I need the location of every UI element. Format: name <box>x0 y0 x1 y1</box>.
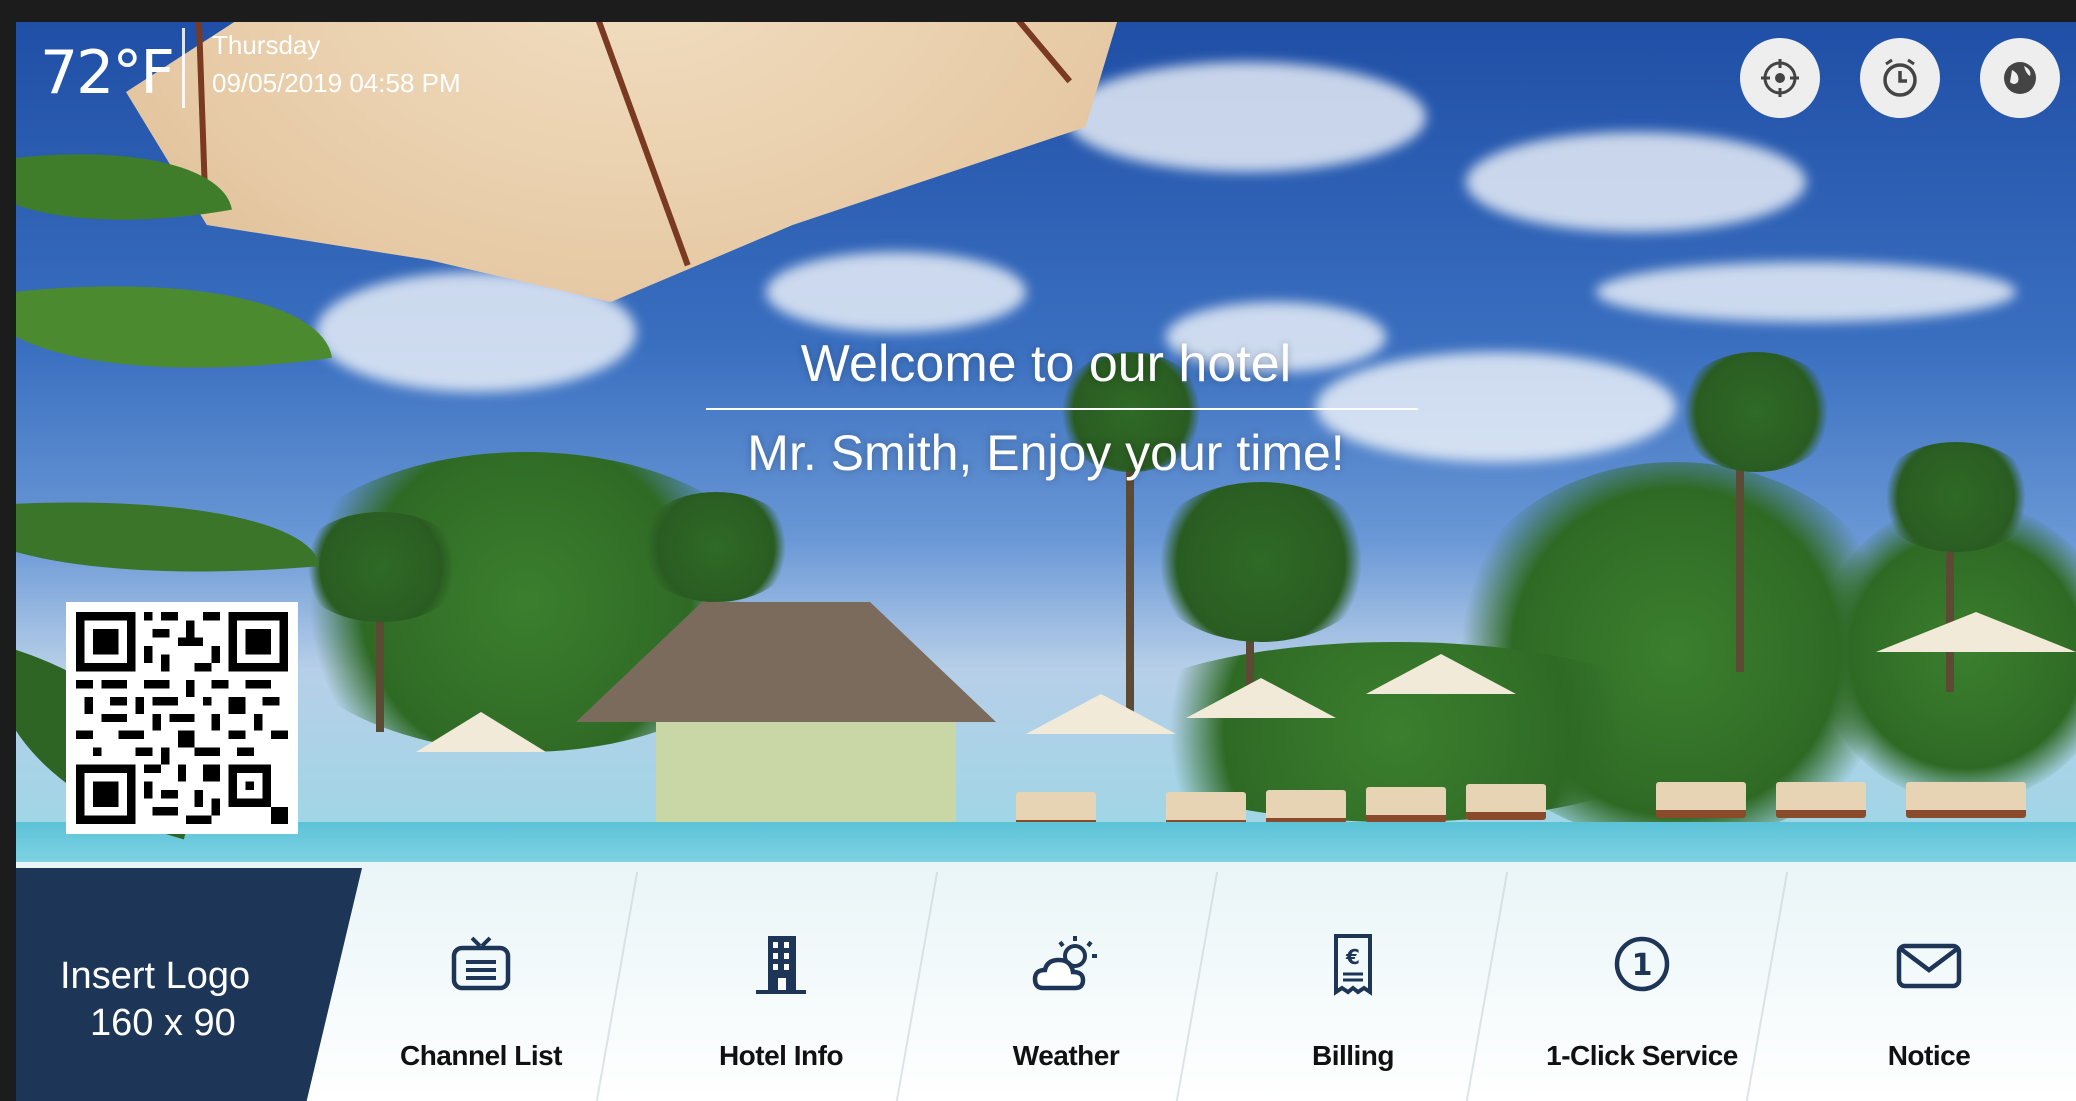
welcome-divider <box>706 408 1418 410</box>
menu-channel-list[interactable]: Channel List <box>341 932 621 1092</box>
svg-text:€: € <box>1345 945 1360 969</box>
logo-placeholder: Insert Logo 160 x 90 <box>16 868 362 1101</box>
receipt-icon: € <box>1334 934 1372 996</box>
temperature: 72°F <box>40 38 175 108</box>
menu-one-click-service[interactable]: 1 1-Click Service <box>1502 932 1782 1092</box>
welcome-subtitle: Mr. Smith, Enjoy your time! <box>747 425 1345 481</box>
language-button[interactable] <box>1980 38 2060 118</box>
menu-weather[interactable]: Weather <box>926 932 1206 1092</box>
logo-size: 160 x 90 <box>90 1001 236 1044</box>
envelope-icon <box>1896 943 1962 989</box>
building-icon <box>756 936 806 994</box>
day-label: Thursday <box>212 30 321 60</box>
menu-label: Weather <box>1012 1040 1120 1071</box>
alarm-clock-button[interactable] <box>1860 38 1940 118</box>
status-divider <box>182 28 185 108</box>
tv-icon <box>451 936 511 991</box>
qr-code-icon <box>76 612 288 824</box>
menu-label: 1-Click Service <box>1546 1040 1738 1071</box>
welcome-title: Welcome to our hotel <box>800 335 1292 393</box>
clock-icon <box>1883 58 1917 97</box>
datetime-label: 09/05/2019 04:58 PM <box>212 68 461 98</box>
target-button[interactable] <box>1740 38 1820 118</box>
svg-text:1: 1 <box>1632 948 1653 983</box>
globe-icon <box>2004 62 2036 94</box>
one-click-icon: 1 <box>1614 936 1670 992</box>
qr-code <box>66 602 298 834</box>
target-icon <box>1761 59 1799 97</box>
menu-label: Notice <box>1887 1040 1971 1071</box>
menu-label: Hotel Info <box>718 1040 844 1071</box>
menu-hotel-info[interactable]: Hotel Info <box>641 932 921 1092</box>
menu-billing[interactable]: € Billing <box>1213 932 1493 1092</box>
weather-icon <box>1032 936 1097 991</box>
menu-notice[interactable]: Notice <box>1789 932 2069 1092</box>
menu-label: Channel List <box>399 1040 563 1071</box>
hotel-home-screen: 72°F Thursday 09/05/2019 04:58 PM Welcom… <box>16 22 2076 1101</box>
logo-text: Insert Logo <box>60 954 251 997</box>
menu-label: Billing <box>1311 1040 1395 1071</box>
